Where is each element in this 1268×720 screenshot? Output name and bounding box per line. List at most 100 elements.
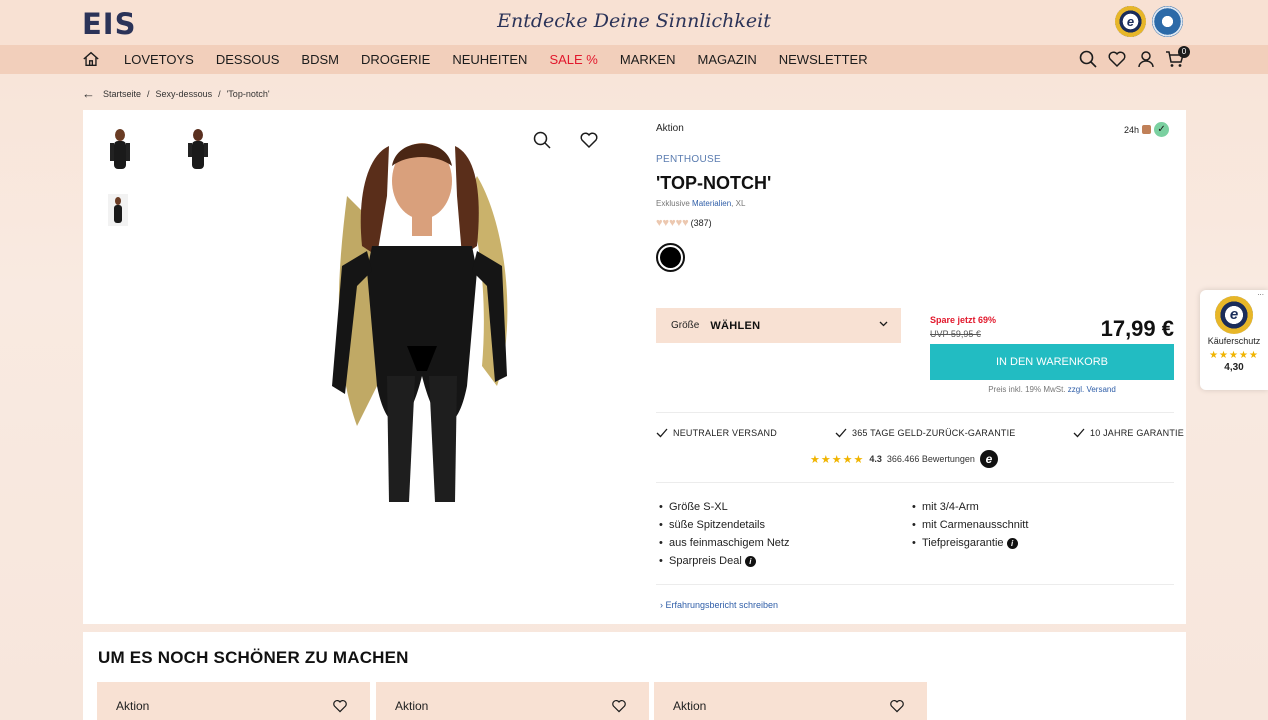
product-thumbnail-1[interactable] <box>105 127 135 177</box>
feature-list-left: Größe S-XL süße Spitzendetails aus feinm… <box>657 498 789 570</box>
product-title: 'TOP-NOTCH' <box>656 173 772 193</box>
stars-icon: ★★★★★ <box>810 453 865 466</box>
trusted-shops-badge-icon: e <box>1215 296 1253 334</box>
materials-link[interactable]: Materialien <box>692 199 731 208</box>
nav-item-newsletter[interactable]: NEWSLETTER <box>779 52 868 67</box>
check-icon <box>656 428 668 438</box>
trusted-shops-logo-icon: e <box>979 450 998 468</box>
trusted-shops-widget[interactable]: ... e Käuferschutz ★★★★★ 4,30 <box>1200 288 1268 390</box>
home-icon[interactable] <box>82 50 100 68</box>
breadcrumb-item-current: 'Top-notch' <box>226 88 270 99</box>
promo-badge: Aktion <box>673 699 707 713</box>
cart-button[interactable]: 0 <box>1165 46 1190 69</box>
uvp-price: UVP 59,95 € <box>930 329 981 339</box>
product-price: 17,99 € <box>1100 316 1174 341</box>
info-icon[interactable]: i <box>744 555 756 567</box>
back-arrow-icon[interactable]: ← <box>82 86 95 101</box>
buyer-protection-label: Käuferschutz <box>1207 336 1261 346</box>
color-swatch-black[interactable] <box>656 243 685 272</box>
nav-item-sale[interactable]: SALE % <box>549 52 597 67</box>
product-thumbnail-3[interactable] <box>105 192 131 228</box>
feature-item: mit 3/4-Arm <box>910 498 1028 516</box>
write-review-link[interactable]: › Erfahrungsbericht schreiben <box>660 600 778 610</box>
main-nav: LOVETOYS DESSOUS BDSM DROGERIE NEUHEITEN… <box>0 45 1268 74</box>
promo-badge: Aktion <box>656 123 684 134</box>
breadcrumb-item-category[interactable]: Sexy-dessous <box>156 89 213 99</box>
trusted-shops-seal-icon[interactable]: e <box>1115 6 1146 37</box>
nav-item-magazin[interactable]: MAGAZIN <box>698 52 757 67</box>
add-to-wishlist-icon[interactable] <box>579 130 599 150</box>
recommendation-card[interactable]: Aktion <box>654 682 927 720</box>
recommendation-card[interactable]: Aktion <box>97 682 370 720</box>
feature-item: mit Carmenausschnitt <box>910 516 1028 534</box>
zoom-icon[interactable] <box>532 130 552 150</box>
breadcrumb: ← Startseite / Sexy-dessous / 'Top-notch… <box>82 86 270 101</box>
product-rating[interactable]: ♥♥♥♥♥ (387) <box>656 217 712 229</box>
subtitle-prefix: Exklusive <box>656 199 690 208</box>
nav-icons: 0 <box>1078 46 1190 69</box>
check-icon <box>1073 428 1085 438</box>
feature-item: Sparpreis Deal i <box>657 552 789 570</box>
package-icon <box>1142 125 1152 134</box>
info-icon[interactable]: i <box>1006 537 1018 549</box>
product-thumbnail-2[interactable] <box>183 127 213 177</box>
recommendation-card[interactable]: Aktion <box>376 682 649 720</box>
more-icon[interactable]: ... <box>1257 288 1264 297</box>
feature-item: Tiefpreisgarantie i <box>910 534 1028 552</box>
divider <box>656 412 1174 413</box>
feature-item: Größe S-XL <box>657 498 789 516</box>
cart-count-badge: 0 <box>1178 46 1190 58</box>
top-header: EIS Entdecke Deine Sinnlichkeit e <box>0 0 1268 45</box>
size-value: WÄHLEN <box>710 319 761 332</box>
size-select[interactable]: Größe WÄHLEN <box>656 308 901 343</box>
product-subtitle: Exklusive Materialien, XL <box>656 199 745 208</box>
breadcrumb-item-home[interactable]: Startseite <box>103 89 141 99</box>
delivery-time: 24h <box>1124 124 1140 135</box>
chevron-down-icon <box>879 321 888 327</box>
quality-seal-icon[interactable] <box>1152 6 1183 37</box>
usp-money-back: 365 TAGE GELD-ZURÜCK-GARANTIE <box>835 428 1016 438</box>
nav-item-marken[interactable]: MARKEN <box>620 52 676 67</box>
trusted-shops-rating[interactable]: ★★★★★ 4.3 366.466 Bewertungen e <box>810 450 998 468</box>
shipping-link[interactable]: zzgl. Versand <box>1068 385 1116 394</box>
price-note: Preis inkl. 19% MwSt. zzgl. Versand <box>988 385 1116 394</box>
tagline: Entdecke Deine Sinnlichkeit <box>497 10 771 32</box>
size-label: Größe <box>671 320 700 331</box>
feature-item: süße Spitzendetails <box>657 516 789 534</box>
add-to-wishlist-icon[interactable] <box>611 698 627 714</box>
nav-item-lovetoys[interactable]: LOVETOYS <box>124 52 194 67</box>
nav-item-dessous[interactable]: DESSOUS <box>216 52 280 67</box>
add-to-wishlist-icon[interactable] <box>332 698 348 714</box>
check-icon: ✓ <box>1154 122 1170 137</box>
feature-item: aus feinmaschigem Netz <box>657 534 789 552</box>
rating-hearts-icon: ♥♥♥♥♥ <box>656 217 689 229</box>
delivery-info: 24h ✓ <box>1124 122 1170 137</box>
feature-list-right: mit 3/4-Arm mit Carmenausschnitt Tiefpre… <box>910 498 1028 552</box>
promo-badge: Aktion <box>395 699 429 713</box>
product-card: Aktion 24h ✓ PENTHOUSE 'TOP-NOTCH' Exklu… <box>83 110 1186 624</box>
divider <box>656 482 1174 483</box>
promo-badge: Aktion <box>116 699 150 713</box>
product-main-image[interactable] <box>317 136 527 502</box>
add-to-wishlist-icon[interactable] <box>889 698 905 714</box>
savings-text: Spare jetzt 69% <box>930 315 997 325</box>
subtitle-size: , XL <box>731 199 746 208</box>
wishlist-heart-icon[interactable] <box>1107 49 1127 69</box>
stars-icon: ★★★★★ <box>1209 350 1259 361</box>
nav-item-bdsm[interactable]: BDSM <box>301 52 339 67</box>
check-icon <box>835 428 847 438</box>
usp-warranty: 10 JAHRE GARANTIE <box>1073 428 1184 438</box>
search-icon[interactable] <box>1078 49 1098 69</box>
account-icon[interactable] <box>1136 49 1156 69</box>
add-to-cart-button[interactable]: IN DEN WARENKORB <box>930 344 1174 380</box>
section-title: UM ES NOCH SCHÖNER ZU MACHEN <box>98 648 409 667</box>
breadcrumb-separator: / <box>147 88 150 99</box>
nav-item-neuheiten[interactable]: NEUHEITEN <box>452 52 527 67</box>
nav-menu: LOVETOYS DESSOUS BDSM DROGERIE NEUHEITEN… <box>124 45 868 74</box>
nav-item-drogerie[interactable]: DROGERIE <box>361 52 430 67</box>
product-brand[interactable]: PENTHOUSE <box>656 154 721 165</box>
rating-count: (387) <box>690 218 712 228</box>
usp-neutral-shipping: NEUTRALER VERSAND <box>656 428 777 438</box>
ts-review-count: 366.466 Bewertungen <box>886 454 975 464</box>
ts-score: 4.3 <box>869 454 882 464</box>
